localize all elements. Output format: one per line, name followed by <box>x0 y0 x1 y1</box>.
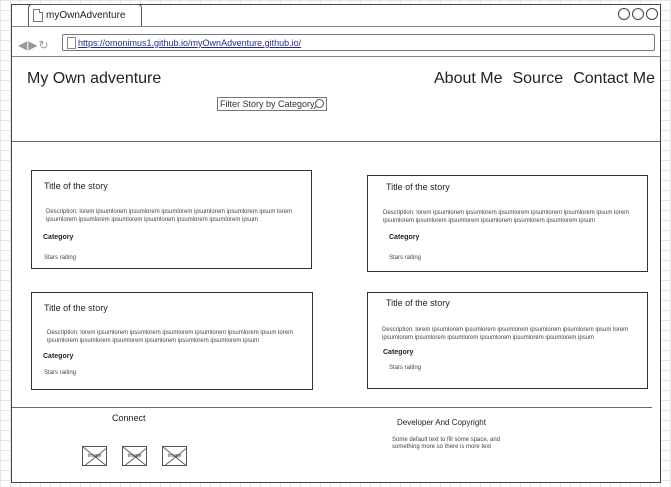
filter-input[interactable] <box>218 98 314 109</box>
story-description: Description: lorem ipsumlorem ipsumlorem… <box>383 210 630 224</box>
nav-source[interactable]: Source <box>512 70 563 88</box>
story-card[interactable]: Title of the story Description: lorem ip… <box>31 170 312 269</box>
story-title: Title of the story <box>386 298 450 308</box>
back-arrow-icon[interactable]: ◀ <box>18 38 28 52</box>
image-label: Image <box>127 453 142 459</box>
story-card[interactable]: Title of the story Description: lorem ip… <box>367 292 648 389</box>
refresh-icon[interactable]: ↻ <box>38 38 49 52</box>
story-rating: Stars raiting <box>44 255 77 261</box>
search-icon[interactable] <box>315 99 324 108</box>
browser-nav: ◀▶↻ <box>18 38 50 52</box>
page-icon <box>67 37 76 49</box>
story-title: Title of the story <box>386 182 450 192</box>
nav-contact[interactable]: Contact Me <box>573 70 655 88</box>
nav-about[interactable]: About Me <box>434 70 502 88</box>
browser-tab[interactable]: myOwnAdventure <box>28 4 142 27</box>
story-title: Title of the story <box>44 181 108 191</box>
close-circle-icon[interactable] <box>646 8 658 20</box>
footer-developer-title: Developer And Copyright <box>397 418 486 427</box>
story-description: Description: lorem ipsumlorem ipsumlorem… <box>382 327 629 341</box>
story-rating: Stars raiting <box>389 365 422 371</box>
page-icon <box>33 9 43 22</box>
forward-arrow-icon[interactable]: ▶ <box>28 38 38 52</box>
story-category: Category <box>389 234 420 241</box>
story-category: Category <box>43 353 74 360</box>
story-rating: Stars raiting <box>44 370 77 376</box>
header-divider <box>12 141 660 142</box>
footer-connect-title: Connect <box>112 413 146 423</box>
story-description: Description: lorem ipsumlorem ipsumlorem… <box>47 330 294 344</box>
footer-divider <box>12 407 652 408</box>
image-label: Image <box>87 453 102 459</box>
social-image-placeholder[interactable]: Image <box>162 446 187 466</box>
image-label: Image <box>167 453 182 459</box>
story-card[interactable]: Title of the story Description: lorem ip… <box>367 175 648 272</box>
story-card[interactable]: Title of the story Description: lorem ip… <box>31 292 313 390</box>
story-rating: Stars raiting <box>389 255 422 261</box>
social-image-placeholder[interactable]: Image <box>82 446 107 466</box>
toolbar-divider <box>12 56 660 57</box>
window-controls <box>618 8 658 20</box>
story-description: Description: lorem ipsumlorem ipsumlorem… <box>46 209 293 223</box>
browser-window: myOwnAdventure ◀▶↻ https://omonimus1.git… <box>11 4 661 483</box>
story-title: Title of the story <box>44 303 108 313</box>
url-link[interactable]: https://omonimus1.github.io/myOwnAdventu… <box>78 38 301 48</box>
footer-developer-text: Some default text to fill some space, an… <box>392 437 501 450</box>
address-bar[interactable]: https://omonimus1.github.io/myOwnAdventu… <box>62 34 655 51</box>
filter-box <box>217 97 327 111</box>
site-brand[interactable]: My Own adventure <box>27 70 161 88</box>
minimize-circle-icon[interactable] <box>618 8 630 20</box>
social-image-placeholder[interactable]: Image <box>122 446 147 466</box>
story-category: Category <box>43 234 74 241</box>
top-nav: About Me Source Contact Me <box>434 70 655 88</box>
tab-title: myOwnAdventure <box>46 10 126 21</box>
story-category: Category <box>383 349 414 356</box>
maximize-circle-icon[interactable] <box>632 8 644 20</box>
tab-divider <box>12 26 660 27</box>
